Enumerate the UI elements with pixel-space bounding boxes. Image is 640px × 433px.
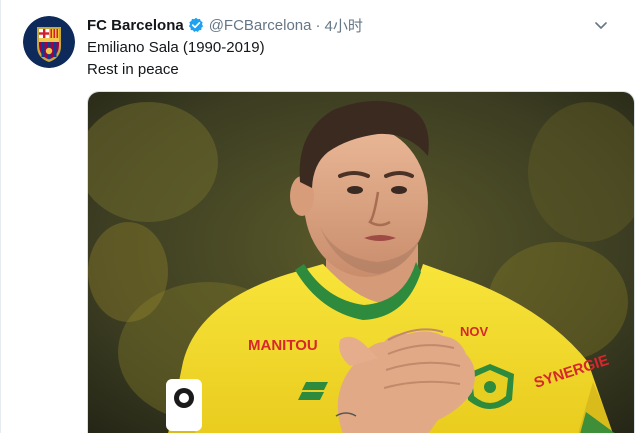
chevron-down-icon bbox=[595, 22, 607, 29]
author-handle[interactable]: @FCBarcelona bbox=[209, 17, 312, 34]
author-fullname[interactable]: FC Barcelona bbox=[87, 17, 184, 34]
tweet-menu-button[interactable] bbox=[593, 18, 609, 34]
jersey-text-partner: NOV bbox=[460, 324, 489, 339]
tweet-card[interactable]: FC Barcelona @FCBarcelona · 4小时 Emiliano… bbox=[0, 0, 640, 433]
header-separator: · bbox=[315, 16, 321, 34]
league-patch-icon bbox=[166, 379, 202, 431]
jersey-text-sponsor: MANITOU bbox=[248, 337, 318, 354]
fc-barcelona-crest-icon bbox=[23, 16, 75, 68]
timestamp-link[interactable]: 4小时 bbox=[324, 15, 362, 36]
tweet-photo[interactable]: MANITOU NOV SYNERGIE bbox=[87, 91, 635, 433]
avatar[interactable] bbox=[23, 16, 75, 68]
tweet-header: FC Barcelona @FCBarcelona · 4小时 bbox=[87, 14, 363, 36]
tweet-text: Emiliano Sala (1990-2019) Rest in peace bbox=[87, 37, 265, 81]
verified-badge-icon bbox=[188, 17, 204, 33]
player-photo: MANITOU NOV SYNERGIE bbox=[88, 92, 634, 433]
tweet-text-line: Emiliano Sala (1990-2019) bbox=[87, 39, 265, 56]
tweet-text-line: Rest in peace bbox=[87, 61, 179, 78]
